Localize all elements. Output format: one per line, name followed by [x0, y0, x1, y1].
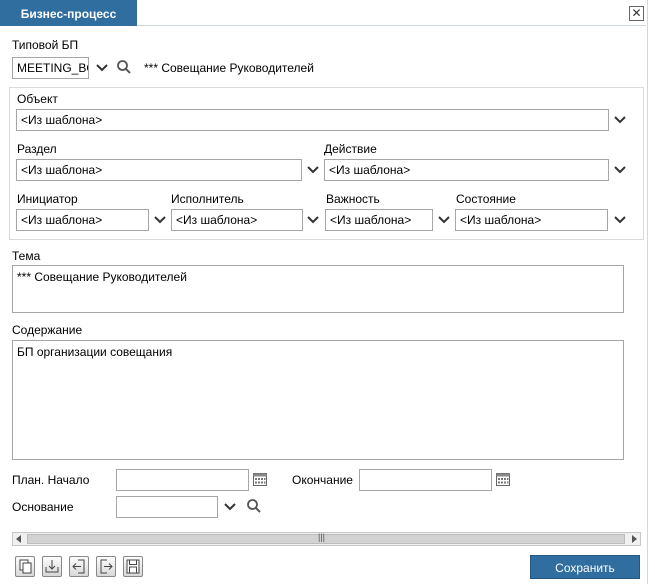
scrollbar-thumb[interactable]: |||	[27, 532, 625, 544]
plan-start-label: План. Начало	[12, 473, 90, 487]
topic-label: Тема	[12, 249, 41, 263]
copy-button[interactable]	[15, 556, 35, 577]
close-icon[interactable]: ✕	[629, 6, 644, 21]
chevron-down-icon[interactable]	[612, 212, 628, 228]
enter-icon	[100, 559, 113, 574]
importance-field[interactable]: <Из шаблона>	[325, 209, 433, 231]
save-disk-icon	[126, 559, 140, 574]
plan-start-input[interactable]	[116, 469, 249, 491]
initiator-field[interactable]: <Из шаблона>	[16, 209, 149, 231]
state-field[interactable]: <Из шаблона>	[455, 209, 608, 231]
action-label: Действие	[324, 142, 377, 156]
search-icon[interactable]	[246, 498, 262, 514]
scroll-right-icon[interactable]	[630, 535, 638, 543]
import-button[interactable]	[42, 556, 62, 577]
window-right-edge	[647, 0, 648, 584]
topic-textarea[interactable]: *** Совещание Руководителей	[12, 265, 624, 313]
typical-bp-description: *** Совещание Руководителей	[144, 61, 314, 75]
content-textarea[interactable]: БП организации совещания	[12, 340, 624, 460]
object-field[interactable]: <Из шаблона>	[16, 109, 609, 131]
importance-label: Важность	[326, 192, 380, 206]
scroll-left-icon[interactable]	[15, 535, 23, 543]
content-label: Содержание	[12, 323, 83, 337]
chevron-down-icon[interactable]	[612, 112, 628, 128]
action-field[interactable]: <Из шаблона>	[324, 159, 609, 181]
executor-label: Исполнитель	[171, 192, 244, 206]
chevron-down-icon[interactable]	[305, 162, 321, 178]
plan-end-label: Окончание	[292, 473, 353, 487]
initiator-label: Инициатор	[17, 192, 78, 206]
chevron-down-icon[interactable]	[612, 162, 628, 178]
exit-button[interactable]	[69, 556, 89, 577]
basis-input[interactable]	[116, 496, 218, 518]
horizontal-scrollbar[interactable]: |||	[12, 532, 641, 546]
calendar-icon[interactable]	[252, 471, 268, 487]
section-label: Раздел	[17, 142, 57, 156]
executor-field[interactable]: <Из шаблона>	[171, 209, 303, 231]
chevron-down-icon[interactable]	[305, 212, 321, 228]
chevron-down-icon[interactable]	[94, 60, 110, 76]
scrollbar-grip: |||	[318, 532, 326, 542]
typical-bp-label: Типовой БП	[12, 38, 79, 52]
copy-icon	[19, 559, 32, 574]
state-label: Состояние	[456, 192, 516, 206]
tab-business-process[interactable]: Бизнес-процесс	[0, 0, 137, 26]
enter-button[interactable]	[96, 556, 116, 577]
exit-icon	[72, 559, 85, 574]
header-divider	[137, 25, 646, 26]
chevron-down-icon[interactable]	[436, 212, 452, 228]
object-label: Объект	[17, 92, 58, 106]
section-field[interactable]: <Из шаблона>	[16, 159, 302, 181]
save-disk-button[interactable]	[123, 556, 143, 577]
import-icon	[45, 560, 59, 573]
plan-end-input[interactable]	[359, 469, 492, 491]
search-icon[interactable]	[116, 59, 132, 75]
calendar-icon[interactable]	[495, 471, 511, 487]
chevron-down-icon[interactable]	[152, 212, 168, 228]
basis-label: Основание	[12, 500, 74, 514]
save-button[interactable]: Сохранить	[530, 555, 640, 579]
chevron-down-icon[interactable]	[222, 499, 238, 515]
typical-bp-input[interactable]: MEETING_BO	[12, 57, 89, 79]
